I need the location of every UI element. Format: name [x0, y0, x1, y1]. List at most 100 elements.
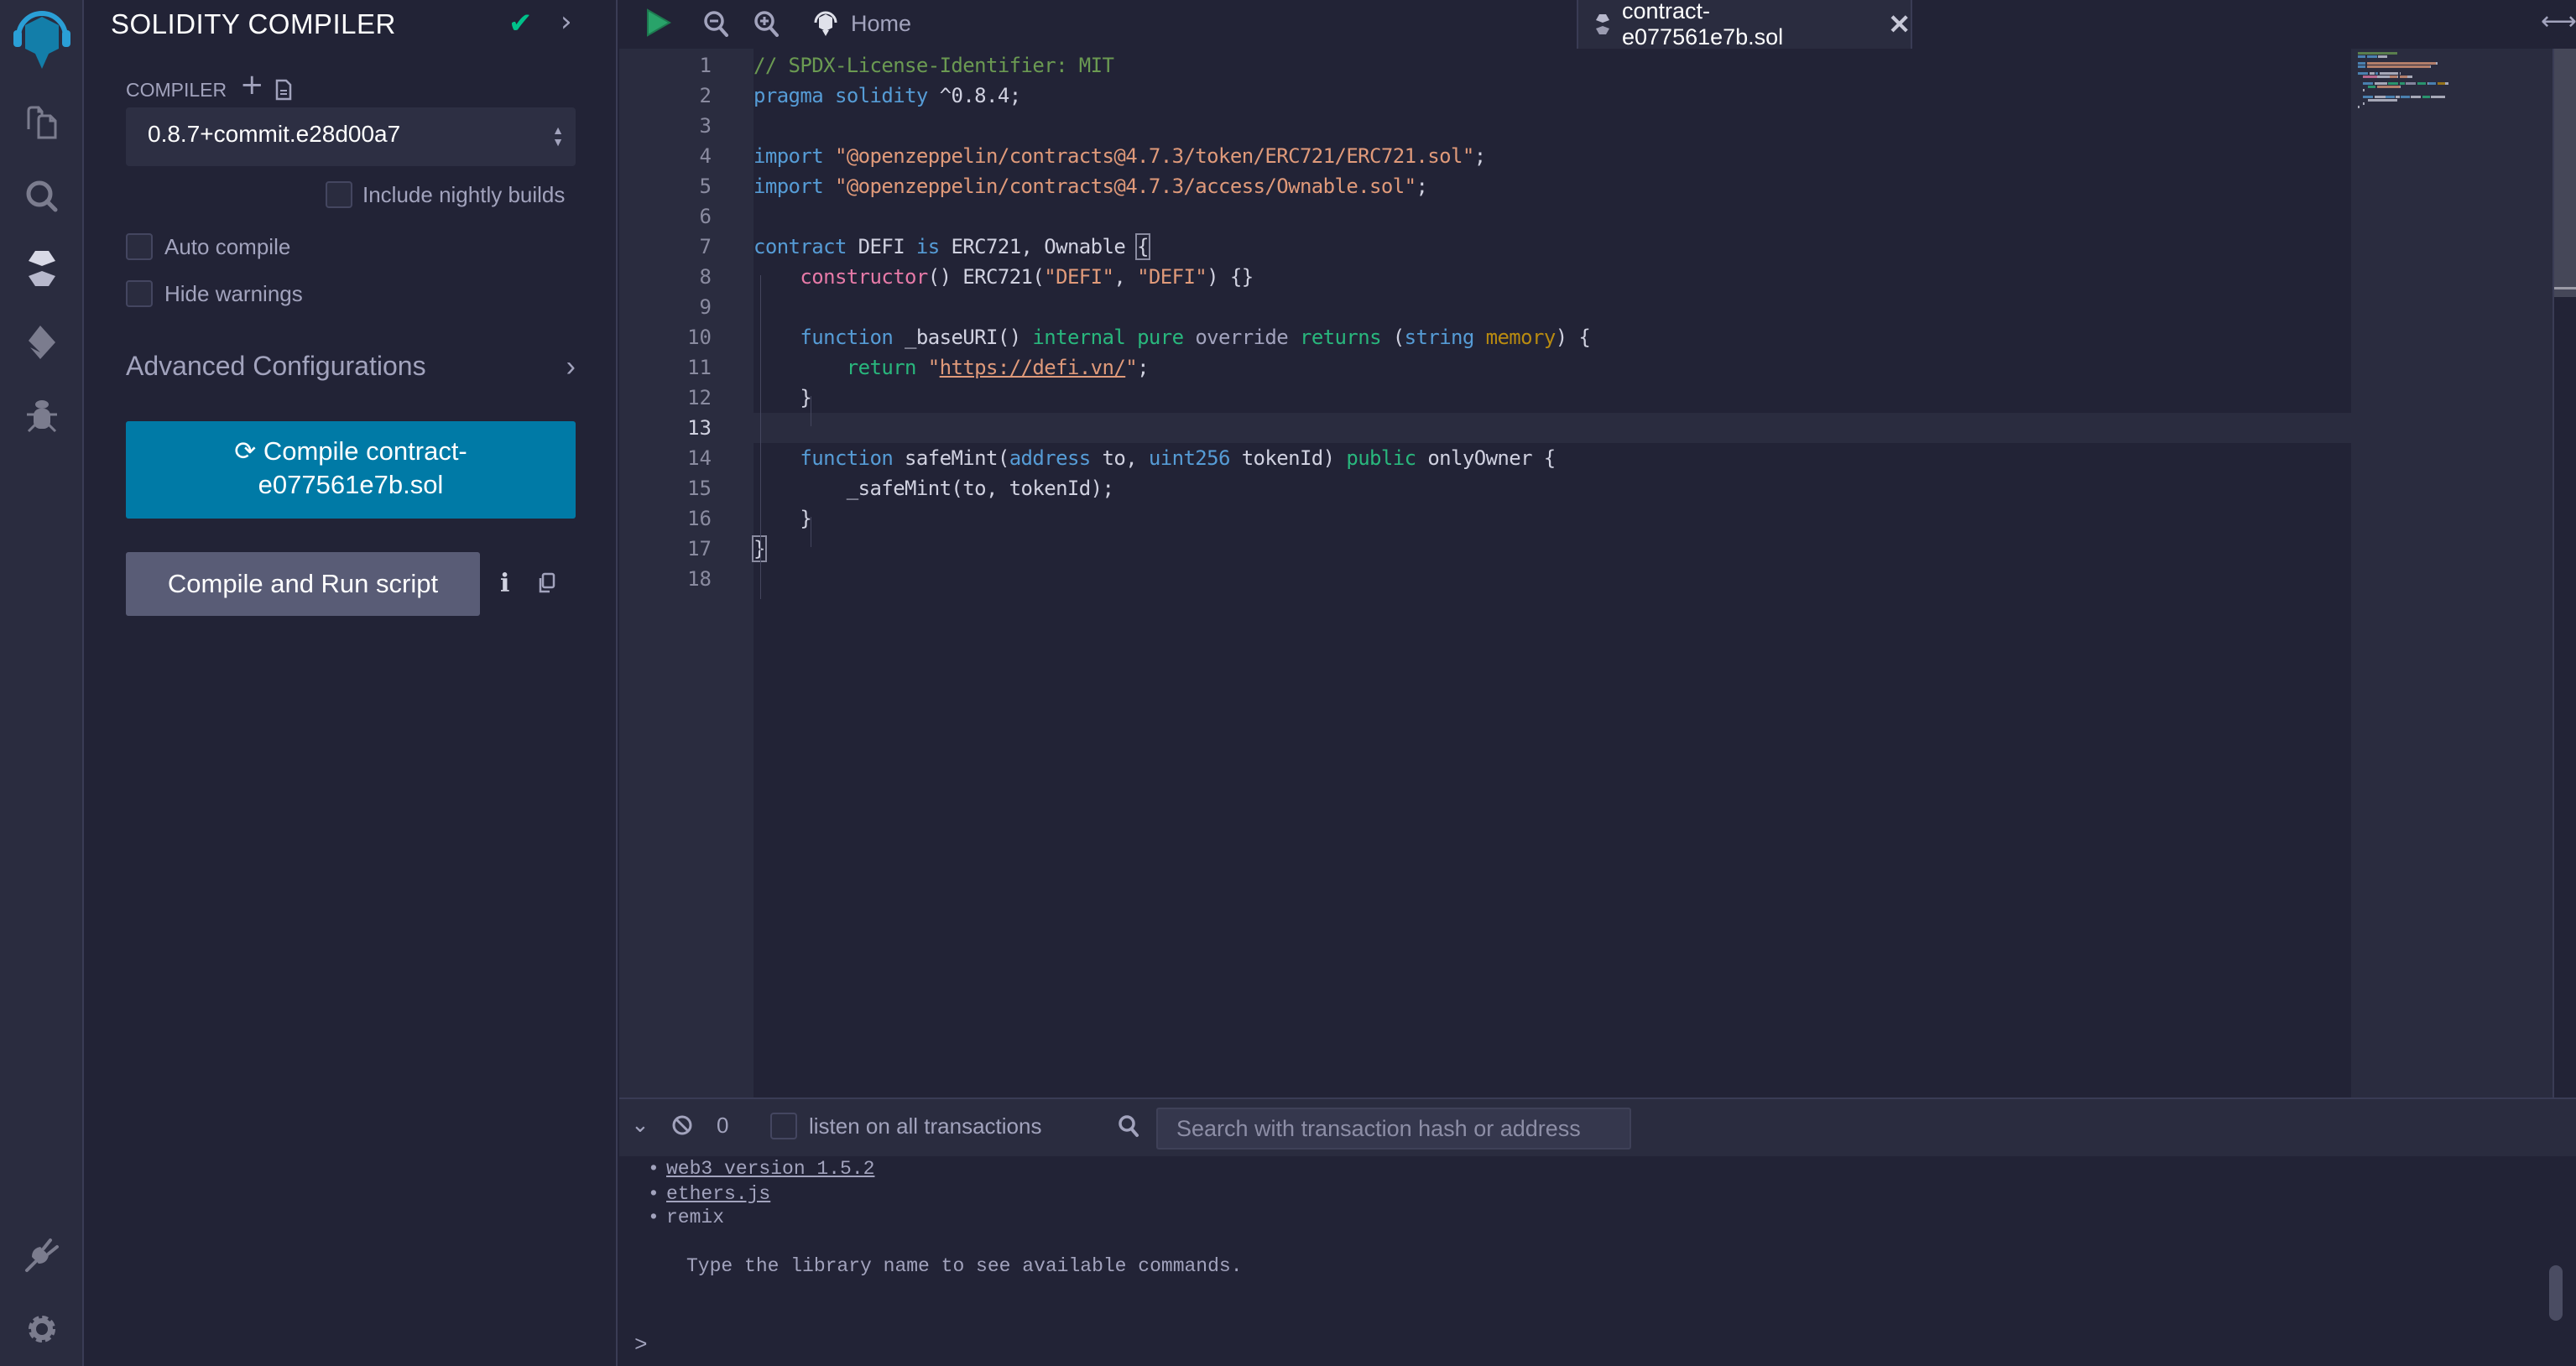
code-line[interactable]: 11 return "https://defi.vn/"; — [619, 352, 2351, 383]
code-text: } — [754, 503, 811, 534]
minimap-line — [2366, 62, 2436, 65]
code-line[interactable]: 2 pragma solidity ^0.8.4; — [619, 81, 2351, 111]
code-line[interactable]: 7 contract DEFI is ERC721, Ownable { — [619, 232, 2351, 262]
code-token: memory — [1485, 326, 1557, 349]
line-number: 8 — [699, 265, 712, 289]
zoom-out-icon[interactable] — [703, 10, 728, 40]
info-icon[interactable]: i — [500, 569, 509, 598]
code-token: solidity — [834, 84, 928, 107]
code-token: public — [1346, 446, 1416, 470]
minimap-line — [2363, 82, 2373, 85]
code-line[interactable]: 5 import "@openzeppelin/contracts@4.7.3/a… — [619, 171, 2351, 201]
editor-vertical-scrollbar[interactable] — [2553, 49, 2576, 1097]
debugger-icon[interactable] — [0, 391, 84, 441]
settings-gear-icon[interactable] — [0, 1304, 84, 1354]
code-line[interactable]: 16 } — [619, 503, 2351, 534]
compiler-version-select[interactable]: 0.8.7+commit.e28d00a7 ▲ ▼ — [126, 107, 576, 166]
solidity-compiler-icon[interactable] — [0, 243, 84, 294]
transaction-search-input[interactable] — [1156, 1108, 1631, 1150]
hide-warnings-label: Hide warnings — [164, 280, 303, 306]
compile-button-label-1: Compile contract- — [263, 436, 467, 466]
panel-collapse-chevron-icon[interactable]: › — [561, 5, 572, 39]
clear-console-icon[interactable] — [671, 1114, 693, 1139]
include-nightly-checkbox[interactable] — [326, 181, 352, 208]
copy-icon[interactable] — [537, 572, 555, 597]
code-line[interactable]: 3 — [619, 111, 2351, 141]
minimap-line — [2363, 89, 2365, 91]
scrollbar-thumb[interactable] — [2554, 49, 2576, 297]
code-token: return — [846, 356, 917, 379]
search-icon[interactable] — [0, 171, 84, 222]
code-line[interactable]: 13 — [619, 413, 2351, 443]
terminal-scrollbar[interactable] — [2549, 1265, 2563, 1321]
compile-and-run-button[interactable]: Compile and Run script — [126, 552, 480, 616]
minimap-line — [2396, 96, 2400, 98]
auto-compile-label: Auto compile — [164, 233, 291, 259]
collapse-terminal-icon[interactable]: ⌄ — [631, 1113, 649, 1138]
close-tab-icon[interactable]: ✕ — [1888, 8, 1911, 40]
code-line[interactable]: 15 _safeMint(to, tokenId); — [619, 473, 2351, 503]
line-number: 10 — [687, 326, 712, 349]
code-token: ; — [1137, 356, 1149, 379]
include-nightly-option[interactable]: Include nightly builds — [326, 181, 565, 208]
listen-all-transactions-option[interactable]: listen on all transactions — [770, 1113, 1041, 1139]
code-token: "DEFI" — [1137, 265, 1207, 289]
compiler-docs-icon[interactable] — [275, 79, 292, 104]
code-line[interactable]: 14 function safeMint(address to, uint256… — [619, 443, 2351, 473]
zoom-in-icon[interactable] — [754, 10, 779, 40]
code-line[interactable]: 17} — [619, 534, 2351, 564]
minimap[interactable] — [2351, 49, 2553, 1097]
web3-link[interactable]: web3 version 1.5.2 — [666, 1158, 874, 1180]
minimap-line — [2436, 62, 2438, 65]
indent-guide — [760, 275, 761, 599]
auto-compile-option[interactable]: Auto compile — [126, 233, 290, 260]
tab-active-file[interactable]: contract-e077561e7b.sol ✕ — [1577, 0, 1912, 50]
code-editor[interactable]: 1 // SPDX-License-Identifier: MIT 2 pragma … — [619, 49, 2576, 1097]
deploy-run-icon[interactable] — [0, 317, 84, 368]
minimap-line — [2369, 72, 2375, 75]
terminal-list-item[interactable]: • web3 version 1.5.2 — [648, 1158, 874, 1180]
code-line[interactable]: 12 } — [619, 383, 2351, 413]
advanced-configurations-toggle[interactable]: Advanced Configurations › — [126, 351, 576, 383]
terminal-list-item[interactable]: • ethers.js — [648, 1183, 770, 1205]
hide-warnings-checkbox[interactable] — [126, 280, 153, 307]
code-line[interactable]: 9 — [619, 292, 2351, 322]
code-line[interactable]: 1 // SPDX-License-Identifier: MIT — [619, 50, 2351, 81]
code-text: } — [754, 383, 811, 413]
compile-button-label-2: e077561e7b.sol — [258, 470, 444, 499]
line-number: 11 — [687, 356, 712, 379]
listen-all-transactions-checkbox[interactable] — [770, 1113, 797, 1139]
minimap-line — [2368, 86, 2375, 88]
file-explorer-icon[interactable] — [0, 97, 84, 148]
panel-title: SOLIDITY COMPILER — [111, 8, 396, 39]
code-token: internal — [1032, 326, 1126, 349]
tab-home[interactable]: Home — [812, 0, 911, 47]
expand-horizontal-icon[interactable]: ⟷ — [2541, 7, 2576, 36]
code-token: ; — [1473, 144, 1486, 168]
advanced-configurations-label: Advanced Configurations — [126, 351, 426, 381]
code-line[interactable]: 10 function _baseURI() internal pure ove… — [619, 322, 2351, 352]
add-custom-compiler-icon[interactable]: + — [240, 70, 264, 99]
compile-button[interactable]: ⟳ Compile contract- e077561e7b.sol — [126, 421, 576, 519]
hide-warnings-option[interactable]: Hide warnings — [126, 280, 303, 307]
run-script-play-icon[interactable] — [646, 8, 672, 40]
code-token: , — [1113, 265, 1138, 289]
code-token: returns — [1299, 326, 1382, 349]
code-line[interactable]: 8 constructor() ERC721("DEFI", "DEFI") {… — [619, 262, 2351, 292]
ethers-link[interactable]: ethers.js — [666, 1183, 770, 1205]
code-line[interactable]: 18 — [619, 564, 2351, 594]
minimap-line — [2366, 65, 2430, 68]
code-token: ; — [1416, 175, 1428, 198]
minimap-line — [2368, 99, 2397, 102]
plugin-manager-icon[interactable] — [0, 1230, 84, 1280]
auto-compile-checkbox[interactable] — [126, 233, 153, 260]
remix-logo-icon[interactable] — [0, 5, 84, 72]
code-text: function _baseURI() internal pure overri… — [754, 322, 1590, 352]
icon-bar — [0, 0, 84, 1366]
code-token: override — [1195, 326, 1289, 349]
terminal-prompt[interactable]: > — [634, 1332, 648, 1358]
code-line[interactable]: 4 import "@openzeppelin/contracts@4.7.3/t… — [619, 141, 2351, 171]
code-line[interactable]: 6 — [619, 201, 2351, 232]
